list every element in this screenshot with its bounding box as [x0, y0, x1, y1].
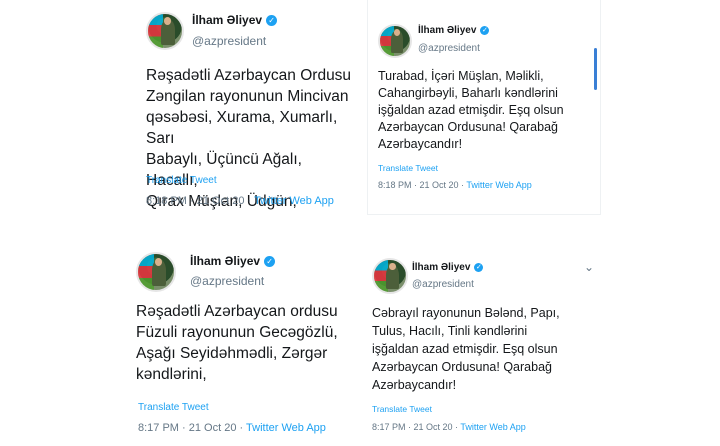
tweet-text: Cəbrayıl rayonunun Bələnd, Papı, Tulus, … [372, 306, 560, 392]
author-handle[interactable]: @azpresident [190, 274, 264, 288]
tweet-source-link[interactable]: Twitter Web App [466, 180, 531, 190]
verified-badge-icon: ✓ [480, 26, 490, 35]
tweet-text: Turabad, İçəri Müşlan, Məlikli, Cahangir… [378, 69, 564, 151]
profile-avatar[interactable] [378, 24, 412, 58]
tweet-text: Rəşadətli Azərbaycan Ordusu Zəngilan ray… [146, 67, 352, 210]
tweet-timestamp: 8:18 PM · 21 Oct 20 · Twitter Web App [146, 195, 334, 207]
translate-tweet-link[interactable]: Translate Tweet [372, 404, 432, 414]
translate-tweet-link[interactable]: Translate Tweet [378, 163, 438, 173]
author-name[interactable]: İlham Əliyev ✓ [418, 25, 490, 36]
tweet-source-link[interactable]: Twitter Web App [254, 195, 334, 207]
author-handle[interactable]: @azpresident [192, 34, 266, 48]
tweet-card[interactable]: İlham Əliyev ✓ @azpresident Turabad, İçə… [368, 0, 600, 214]
tweet-card[interactable]: İlham Əliyev ✓ @azpresident Rəşadətli Az… [118, 236, 362, 446]
tweet-card[interactable]: İlham Əliyev ✓ @azpresident Rəşadətli Az… [130, 0, 356, 214]
chevron-down-icon[interactable]: ⌄ [584, 260, 594, 274]
scrollbar-thumb[interactable] [594, 48, 597, 90]
profile-avatar[interactable] [146, 12, 184, 50]
tweet-card[interactable]: İlham Əliyev ✓ @azpresident ⌄ Cəbrayıl r… [362, 236, 602, 446]
tweet-source-link[interactable]: Twitter Web App [246, 422, 326, 434]
tweet-timestamp: 8:17 PM · 21 Oct 20 · Twitter Web App [372, 422, 526, 432]
translate-tweet-link[interactable]: Translate Tweet [138, 402, 209, 413]
tweet-text: Rəşadətli Azərbaycan ordusu Füzuli rayon… [136, 303, 338, 383]
author-handle[interactable]: @azpresident [412, 279, 474, 290]
translate-tweet-link[interactable]: Translate Tweet [146, 175, 217, 186]
author-handle[interactable]: @azpresident [418, 43, 480, 54]
profile-avatar[interactable] [136, 252, 176, 292]
tweet-timestamp: 8:17 PM · 21 Oct 20 · Twitter Web App [138, 422, 326, 434]
verified-badge-icon: ✓ [474, 263, 484, 272]
tweet-source-link[interactable]: Twitter Web App [460, 422, 525, 432]
author-name[interactable]: İlham Əliyev ✓ [192, 13, 278, 27]
author-name[interactable]: İlham Əliyev ✓ [412, 262, 484, 273]
verified-badge-icon: ✓ [264, 255, 276, 267]
author-name[interactable]: İlham Əliyev ✓ [190, 254, 276, 268]
verified-badge-icon: ✓ [266, 14, 278, 26]
tweet-timestamp: 8:18 PM · 21 Oct 20 · Twitter Web App [378, 180, 532, 190]
profile-avatar[interactable] [372, 258, 408, 294]
